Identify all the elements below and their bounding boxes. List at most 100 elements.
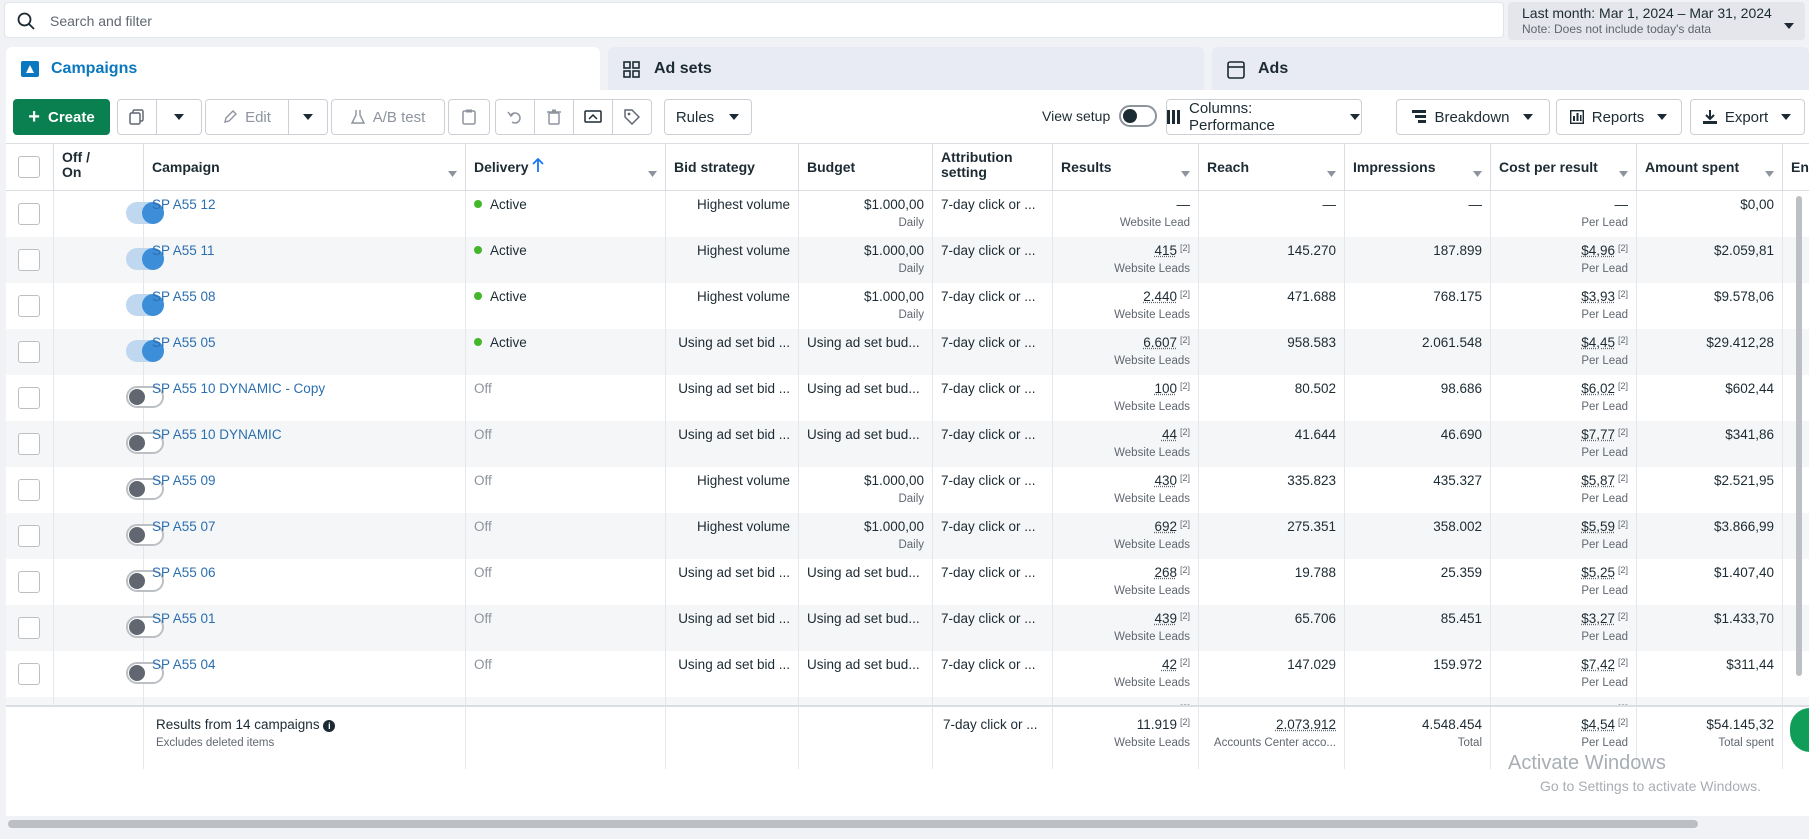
attribution-value: 7-day click or ... — [941, 611, 1036, 626]
ab-test-button[interactable]: A/B test — [331, 99, 445, 135]
row-checkbox[interactable] — [18, 479, 40, 501]
col-delivery[interactable]: Delivery — [466, 144, 666, 190]
footer-reach-value[interactable]: 2.073.912 — [1276, 717, 1336, 732]
col-off-on[interactable]: Off / On — [54, 144, 144, 190]
col-results[interactable]: Results — [1053, 144, 1199, 190]
vertical-scrollbar[interactable] — [1796, 196, 1802, 676]
table-row[interactable]: SP A55 05 Active Using ad set bid ... Using… — [6, 329, 1809, 375]
campaign-name-link[interactable]: SP A55 04 — [152, 657, 216, 672]
col-campaign[interactable]: Campaign — [144, 144, 466, 190]
table-row[interactable]: SP A55 10 DYNAMIC - Copy Off Using ad set … — [6, 375, 1809, 421]
cell-spent: $9.578,06 — [1637, 283, 1783, 329]
export-button[interactable]: Export — [1690, 99, 1805, 135]
reports-button[interactable]: Reports — [1556, 99, 1682, 135]
col-label: Off / On — [62, 150, 102, 180]
toggle-knob — [129, 389, 145, 405]
cell-spent: $1.433,70 — [1637, 605, 1783, 651]
table-row[interactable]: SP A55 09 Off Highest volume $1.000,00 Daily… — [6, 467, 1809, 513]
search-bar[interactable]: Search and filter — [4, 2, 1504, 38]
cell-cpr: $4,96 [2] Per Lead — [1491, 237, 1637, 283]
campaign-name-link[interactable]: SP A55 12 — [152, 197, 216, 212]
row-checkbox[interactable] — [18, 295, 40, 317]
edit-button[interactable]: Edit — [205, 99, 289, 135]
edit-menu-button[interactable] — [288, 99, 328, 135]
tab-campaigns[interactable]: Campaigns — [6, 47, 600, 90]
row-checkbox[interactable] — [18, 525, 40, 547]
clipboard-button[interactable] — [448, 99, 490, 135]
tab-ad-sets[interactable]: Ad sets — [608, 47, 1204, 90]
cell-budget: $1.000,00 Daily — [799, 237, 933, 283]
col-label: End — [1791, 159, 1809, 175]
table-row[interactable]: SP A55 04 Off Using ad set bid ... Using ad… — [6, 651, 1809, 697]
delivery-status: Off — [474, 611, 492, 626]
cell-bid: Highest volume — [666, 283, 799, 329]
columns-button[interactable]: Columns: Performance — [1166, 99, 1362, 135]
tab-ads[interactable]: Ads — [1212, 47, 1809, 90]
row-checkbox[interactable] — [18, 571, 40, 593]
create-button[interactable]: + Create — [13, 99, 110, 135]
budget-period: Daily — [898, 493, 924, 505]
row-checkbox[interactable] — [18, 341, 40, 363]
col-bid-strategy[interactable]: Bid strategy — [666, 144, 799, 190]
budget-period: Daily — [898, 309, 924, 321]
row-checkbox[interactable] — [18, 203, 40, 225]
col-attribution[interactable]: Attribution setting — [933, 144, 1053, 190]
horizontal-scrollbar[interactable] — [8, 820, 1698, 828]
attribution-value: 7-day click or ... — [941, 335, 1036, 350]
duplicate-button[interactable] — [117, 99, 157, 135]
campaign-name-link[interactable]: SP A55 09 — [152, 473, 216, 488]
search-input[interactable]: Search and filter — [50, 13, 152, 29]
row-checkbox[interactable] — [18, 617, 40, 639]
table-row[interactable]: SP A55 08 Active Highest volume $1.000,00 Da… — [6, 283, 1809, 329]
amount-spent-value: $29.412,28 — [1706, 335, 1774, 350]
info-icon[interactable]: i — [323, 720, 335, 732]
campaign-name-link[interactable]: SP A55 10 DYNAMIC — [152, 427, 282, 442]
col-amount-spent[interactable]: Amount spent — [1637, 144, 1783, 190]
table-row[interactable]: SP A55 10 DYNAMIC Off Using ad set bid ...… — [6, 421, 1809, 467]
campaign-icon — [20, 60, 40, 81]
cell-attribution: 7-day click or ... — [933, 283, 1053, 329]
campaign-name-link[interactable]: SP A55 07 — [152, 519, 216, 534]
view-setup-toggle[interactable] — [1119, 105, 1157, 127]
campaign-name-link[interactable]: SP A55 10 DYNAMIC - Copy — [152, 381, 325, 396]
col-cost-per-result[interactable]: Cost per result — [1491, 144, 1637, 190]
campaign-name-link[interactable]: SP A55 01 — [152, 611, 216, 626]
cost-per-result-value: $6,02 [2] — [1581, 381, 1628, 396]
cell-bid: Using ad set bid ... — [666, 375, 799, 421]
chevron-down-icon — [728, 113, 740, 121]
table-row[interactable]: SP A55 11 Active Highest volume $1.000,00 Da… — [6, 237, 1809, 283]
col-reach[interactable]: Reach — [1199, 144, 1345, 190]
campaign-name-link[interactable]: SP A55 06 — [152, 565, 216, 580]
col-budget[interactable]: Budget — [799, 144, 933, 190]
rules-button[interactable]: Rules — [664, 99, 752, 135]
select-all-checkbox[interactable] — [18, 156, 40, 178]
cost-per-result-value: $7,77 [2] — [1581, 427, 1628, 442]
table-row[interactable]: SP A55 12 Active Highest volume $1.000,00 Da… — [6, 191, 1809, 237]
delivery-status: Active — [474, 197, 527, 212]
duplicate-menu-button[interactable] — [156, 99, 202, 135]
cell-reach: 275.351 — [1199, 513, 1345, 559]
date-range-picker[interactable]: Last month: Mar 1, 2024 – Mar 31, 2024 N… — [1508, 2, 1805, 40]
select-all-cell — [6, 144, 54, 190]
row-checkbox[interactable] — [18, 249, 40, 271]
col-impressions[interactable]: Impressions — [1345, 144, 1491, 190]
campaign-name-link[interactable]: SP A55 08 — [152, 289, 216, 304]
col-ends[interactable]: End — [1783, 144, 1809, 190]
chevron-down-icon — [1349, 113, 1361, 121]
table-row[interactable]: SP A55 01 Off Using ad set bid ... Using ad… — [6, 605, 1809, 651]
table-row[interactable]: SP A55 06 Off Using ad set bid ... Using ad… — [6, 559, 1809, 605]
row-checkbox[interactable] — [18, 387, 40, 409]
breakdown-button[interactable]: Breakdown — [1396, 99, 1550, 135]
undo-button[interactable] — [495, 99, 535, 135]
row-checkbox[interactable] — [18, 433, 40, 455]
row-checkbox[interactable] — [18, 663, 40, 685]
table-row[interactable]: SP A55 07 Off Highest volume $1.000,00 Daily… — [6, 513, 1809, 559]
delete-button[interactable] — [534, 99, 574, 135]
preview-button[interactable] — [573, 99, 613, 135]
bid-strategy-value: Using ad set bid ... — [678, 565, 790, 580]
campaign-name-link[interactable]: SP A55 11 — [152, 243, 215, 258]
pencil-icon — [223, 110, 237, 124]
toggle-knob — [129, 481, 145, 497]
campaign-name-link[interactable]: SP A55 05 — [152, 335, 216, 350]
tag-button[interactable] — [612, 99, 652, 135]
